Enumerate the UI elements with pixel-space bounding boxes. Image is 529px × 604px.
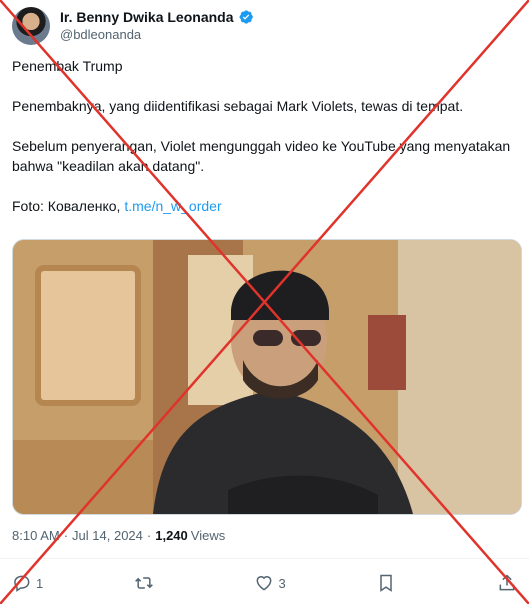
- tweet-photo[interactable]: [12, 239, 522, 515]
- action-bar: 1 3: [12, 568, 517, 598]
- reply-button[interactable]: 1: [12, 573, 43, 593]
- photo-credit-link[interactable]: t.me/n_w_order: [124, 198, 221, 214]
- reply-icon: [14, 575, 30, 592]
- views-count: 1,240: [155, 528, 188, 543]
- tweet-line-identification: Penembaknya, yang diidentifikasi sebagai…: [12, 98, 464, 114]
- like-button[interactable]: 3: [254, 573, 286, 593]
- tweet-photo-credit: Foto: Коваленко, t.me/n_w_order: [12, 196, 522, 216]
- author-info: Ir. Benny Dwika Leonanda @bdleonanda: [60, 8, 254, 44]
- tweet-text: Penembak Trump Penembaknya, yang diident…: [12, 56, 522, 236]
- verified-badge-icon: [239, 10, 253, 24]
- bookmark-icon: [380, 574, 393, 592]
- author-name-row[interactable]: Ir. Benny Dwika Leonanda: [60, 8, 254, 26]
- tweet-line-video: Sebelum penyerangan, Violet mengunggah v…: [12, 138, 511, 174]
- share-icon: [499, 574, 515, 591]
- repost-button[interactable]: [134, 573, 164, 593]
- repost-icon: [134, 577, 153, 589]
- meta-separator: ·: [63, 528, 69, 543]
- tweet-time[interactable]: 8:10 AM: [12, 528, 60, 543]
- action-divider: [0, 558, 529, 559]
- author-name[interactable]: Ir. Benny Dwika Leonanda: [60, 8, 234, 26]
- bookmark-button[interactable]: [376, 573, 406, 593]
- tweet-line-title: Penembak Trump: [12, 58, 123, 74]
- author-handle[interactable]: @bdleonanda: [60, 26, 254, 44]
- share-button[interactable]: [497, 573, 517, 593]
- author-avatar[interactable]: [12, 7, 50, 45]
- tweet-meta: 8:10 AM · Jul 14, 2024 · 1,240 Views: [12, 528, 225, 543]
- reply-count: 1: [36, 575, 44, 591]
- tweet-header: Ir. Benny Dwika Leonanda @bdleonanda: [12, 6, 254, 46]
- meta-separator: ·: [146, 528, 152, 543]
- like-count: 3: [278, 575, 286, 591]
- like-icon: [257, 576, 272, 591]
- photo-credit-prefix: Foto: Коваленко,: [12, 198, 125, 214]
- photo-illustration: [13, 240, 521, 514]
- tweet-date[interactable]: Jul 14, 2024: [72, 528, 143, 543]
- views-label: Views: [190, 528, 226, 543]
